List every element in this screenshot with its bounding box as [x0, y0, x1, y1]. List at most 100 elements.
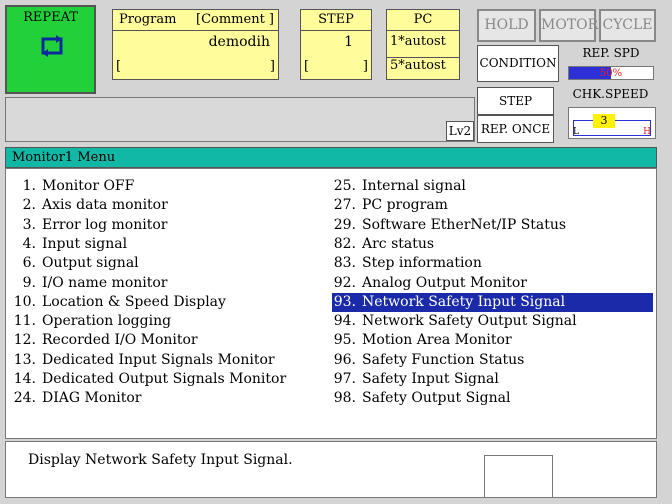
program-name: demodih — [208, 34, 270, 50]
menu-item-number: 95. — [333, 332, 356, 349]
menu-item-number: 82. — [333, 235, 356, 252]
program-header-label: Program — [119, 12, 177, 27]
menu-item-number: 4. — [22, 235, 36, 252]
menu-item-label: Axis data monitor — [42, 197, 168, 214]
menu-item[interactable]: 6. Output signal — [12, 254, 139, 273]
menu-item[interactable]: 4. Input signal — [12, 235, 127, 254]
pc-line-2: 5*autost — [387, 57, 459, 78]
comment-header-label: [Comment ] — [196, 12, 274, 27]
menu-title: Monitor1 Menu — [5, 147, 657, 168]
step-value: 1 — [344, 34, 353, 50]
menu-item-number: 93. — [333, 293, 356, 310]
menu-item[interactable]: 24. DIAG Monitor — [12, 389, 142, 408]
motor-button[interactable]: MOTOR — [539, 9, 598, 42]
menu-item-number: 1. — [22, 178, 36, 194]
menu-item-label: Dedicated Output Signals Monitor — [42, 371, 287, 387]
menu-item[interactable]: 14. Dedicated Output Signals Monitor — [12, 370, 286, 389]
menu-item[interactable]: 83. Step information — [332, 254, 482, 273]
menu-item[interactable]: 2. Axis data monitor — [12, 196, 168, 215]
menu-item-number: 9. — [22, 274, 36, 291]
rep-speed-bar[interactable]: 50% — [568, 66, 654, 80]
menu-item[interactable]: 29. Software EtherNet/IP Status — [332, 216, 566, 235]
menu-item-label: Safety Function Status — [362, 351, 525, 368]
level-indicator: Lv2 — [446, 121, 474, 141]
menu-item-label: Safety Output Signal — [362, 390, 511, 407]
menu-item-number: 25. — [333, 178, 356, 194]
menu-item[interactable]: 9. I/O name monitor — [12, 274, 168, 293]
cycle-button[interactable]: CYCLE — [599, 9, 656, 42]
menu-item-number: 11. — [13, 313, 36, 330]
menu-item[interactable]: 96. Safety Function Status — [332, 351, 525, 370]
rep-speed-value: 50% — [599, 68, 623, 79]
menu-item-label: Motion Area Monitor — [362, 332, 512, 349]
menu-item-number: 96. — [333, 351, 356, 368]
menu-item-number: 3. — [22, 216, 36, 233]
menu-item[interactable]: 27. PC program — [332, 196, 448, 215]
check-speed-low-mark: L — [573, 127, 579, 137]
menu-item[interactable]: 97. Safety Input Signal — [332, 370, 499, 389]
menu-item-number: 24. — [13, 390, 36, 407]
step-comment-field: [] — [304, 59, 368, 74]
menu-item-number: 92. — [333, 274, 356, 291]
condition-button[interactable]: CONDITION — [477, 45, 559, 82]
status-message: Display Network Safety Input Signal. — [28, 452, 293, 468]
menu-item[interactable]: 12. Recorded I/O Monitor — [12, 331, 198, 350]
menu-item[interactable]: 11. Operation logging — [12, 312, 171, 331]
menu-item-number: 97. — [333, 371, 356, 387]
menu-item-label: Software EtherNet/IP Status — [362, 216, 567, 233]
menu-item[interactable]: 98. Safety Output Signal — [332, 389, 511, 408]
menu-item[interactable]: 92. Analog Output Monitor — [332, 274, 527, 293]
menu-item-label: Network Safety Output Signal — [362, 313, 577, 330]
menu-item-number: 2. — [22, 197, 36, 214]
menu-item[interactable]: 94. Network Safety Output Signal — [332, 312, 577, 331]
menu-item[interactable]: 1. Monitor OFF — [12, 177, 135, 196]
rep-speed-label: REP. SPD — [582, 46, 640, 60]
menu-item-label: Monitor OFF — [42, 178, 135, 194]
repeat-cycle-icon — [41, 35, 63, 57]
menu-item-label: Internal signal — [362, 178, 466, 194]
repeat-mode-button[interactable]: REPEAT — [5, 5, 96, 94]
status-input-box[interactable] — [484, 455, 553, 498]
menu-item-number: 29. — [333, 216, 356, 233]
pc-panel[interactable]: PC 1*autost 5*autost — [386, 9, 460, 80]
step-panel[interactable]: STEP 1 [] — [300, 9, 372, 80]
monitor-menu: 1. Monitor OFF 2. Axis data monitor 3. Error … — [5, 168, 657, 439]
pc-line-1: 1*autost — [390, 34, 446, 49]
step-header: STEP — [301, 10, 371, 31]
check-speed-high-mark: H — [643, 127, 651, 137]
menu-item[interactable]: 82. Arc status — [332, 235, 434, 254]
program-comment-field: [] — [116, 59, 275, 74]
menu-item[interactable]: 10. Location & Speed Display — [12, 293, 226, 312]
menu-item-label: Arc status — [362, 235, 435, 252]
menu-item-selected[interactable]: 93. Network Safety Input Signal — [332, 292, 653, 312]
menu-item-number: 13. — [13, 351, 36, 368]
check-speed-gauge[interactable]: 3 L H — [568, 107, 656, 139]
menu-item-number: 27. — [333, 197, 356, 214]
menu-item[interactable]: 13. Dedicated Input Signals Monitor — [12, 351, 275, 370]
menu-item-label: Network Safety Input Signal — [362, 293, 566, 310]
check-speed-value: 3 — [593, 114, 615, 128]
menu-item-label: DIAG Monitor — [42, 390, 142, 407]
menu-item[interactable]: 25. Internal signal — [332, 177, 466, 196]
menu-item-number: 94. — [333, 313, 356, 330]
program-panel[interactable]: Program [Comment ] demodih [] — [112, 9, 279, 80]
menu-item-number: 10. — [13, 293, 36, 310]
menu-item[interactable]: 95. Motion Area Monitor — [332, 331, 512, 350]
menu-item-label: I/O name monitor — [42, 274, 168, 291]
repeat-once-button[interactable]: REP. ONCE — [477, 115, 554, 143]
menu-item-label: Analog Output Monitor — [362, 274, 527, 291]
menu-item-label: Input signal — [42, 235, 128, 252]
menu-item-label: Error log monitor — [42, 216, 168, 233]
hold-button[interactable]: HOLD — [477, 9, 536, 42]
info-panel — [5, 97, 475, 142]
pc-header: PC — [387, 10, 459, 31]
program-header: Program [Comment ] — [113, 10, 278, 31]
menu-item-label: Safety Input Signal — [362, 371, 499, 387]
menu-item-label: PC program — [362, 197, 448, 214]
step-continuous-button[interactable]: STEP CONT. — [477, 87, 554, 134]
menu-item[interactable]: 3. Error log monitor — [12, 216, 168, 235]
menu-item-label: Output signal — [42, 255, 139, 272]
menu-item-label: Dedicated Input Signals Monitor — [42, 351, 275, 368]
menu-item-number: 83. — [333, 255, 356, 272]
menu-item-number: 98. — [333, 390, 356, 407]
